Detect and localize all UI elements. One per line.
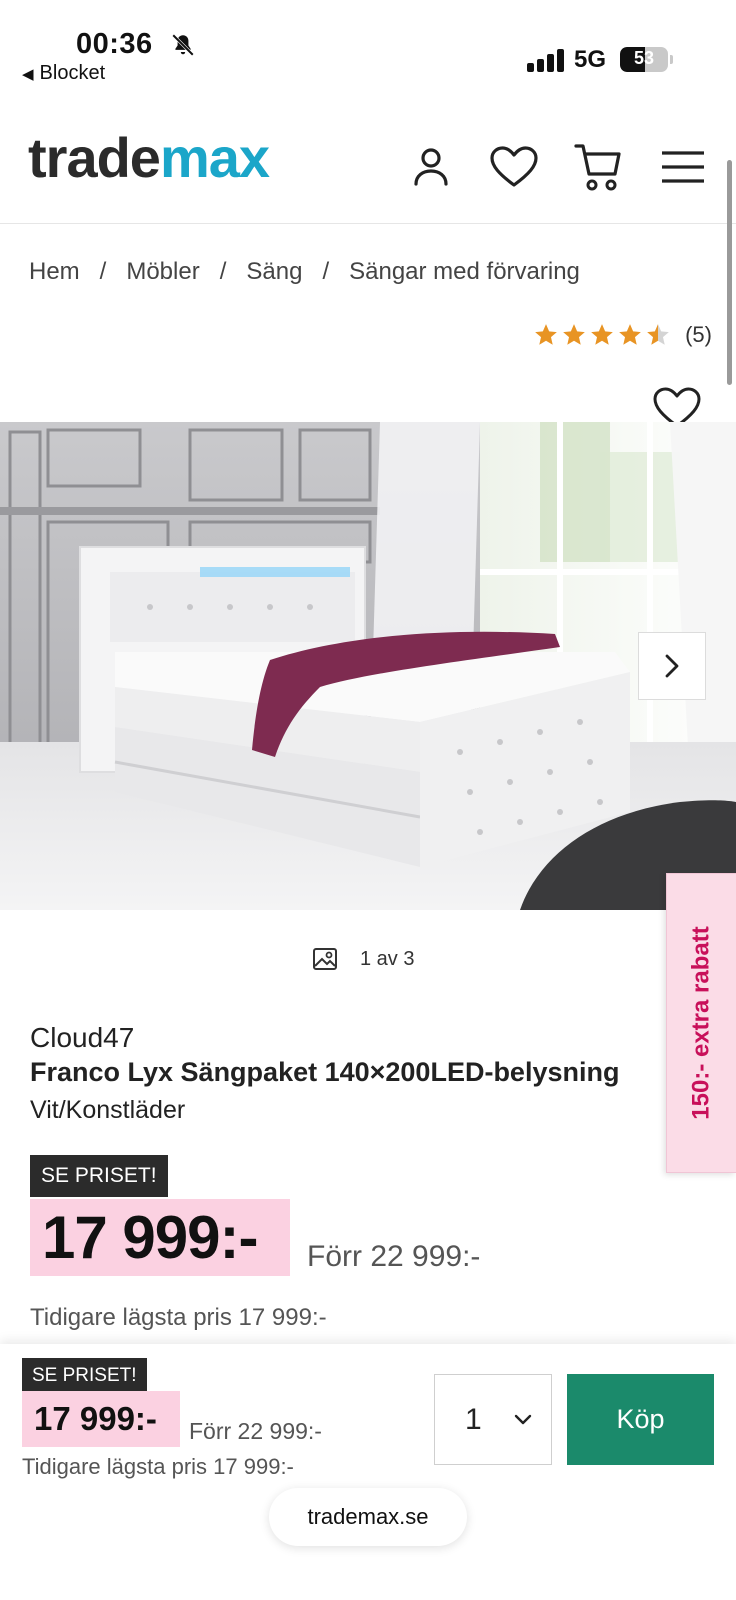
- extra-discount-label: 150:- extra rabatt: [687, 926, 715, 1120]
- site-header: trademax: [0, 110, 736, 224]
- network-type: 5G: [574, 46, 607, 73]
- sticky-previous-price: Förr 22 999:-: [189, 1418, 322, 1444]
- product-image[interactable]: [0, 422, 736, 910]
- breadcrumb-home[interactable]: Hem: [29, 258, 80, 285]
- image-icon: [313, 948, 337, 970]
- buy-button[interactable]: Köp: [567, 1374, 714, 1465]
- star-icon: [619, 324, 641, 345]
- previous-price: Förr 22 999:-: [307, 1240, 481, 1273]
- chevron-right-icon: [665, 654, 679, 678]
- account-icon[interactable]: [406, 142, 456, 192]
- product-brand: Cloud47: [30, 1022, 135, 1053]
- back-app-label: Blocket: [39, 62, 106, 84]
- battery-icon: 53: [620, 47, 668, 72]
- breadcrumb-storage-beds[interactable]: Sängar med förvaring: [349, 258, 580, 285]
- sticky-price: 17 999:-: [22, 1391, 180, 1447]
- heart-icon[interactable]: [489, 142, 539, 192]
- cart-icon[interactable]: [573, 142, 623, 192]
- breadcrumb-bed[interactable]: Säng: [246, 258, 302, 285]
- quantity-select[interactable]: 1: [434, 1374, 552, 1465]
- sticky-buy-bar: SE PRISET! 17 999:- Förr 22 999:- Tidiga…: [0, 1344, 736, 1600]
- browser-url-pill[interactable]: trademax.se: [269, 1488, 467, 1546]
- review-count: (5): [685, 322, 712, 347]
- signal-icon: [527, 48, 565, 72]
- breadcrumb-furniture[interactable]: Möbler: [126, 258, 199, 285]
- back-arrow-icon: ◀: [22, 66, 34, 83]
- star-icon: [647, 324, 669, 345]
- sticky-lowest-price: Tidigare lägsta pris 17 999:-: [22, 1454, 294, 1479]
- extra-discount-tab[interactable]: 150:- extra rabatt: [666, 873, 736, 1173]
- product-rating[interactable]: (5): [533, 322, 712, 348]
- star-icon: [591, 324, 613, 345]
- status-bar: 00:36 ◀ Blocket 5G 53: [0, 0, 736, 100]
- bell-muted-icon: [172, 34, 194, 56]
- menu-icon[interactable]: [658, 142, 708, 192]
- rating-stars: [533, 322, 671, 348]
- battery-level: 53: [633, 48, 655, 68]
- lowest-previous-price: Tidigare lägsta pris 17 999:-: [30, 1304, 327, 1331]
- breadcrumb: Hem / Möbler / Säng / Sängar med förvaring: [29, 258, 580, 285]
- chevron-down-icon: [514, 1414, 532, 1424]
- sticky-price-badge: SE PRISET!: [22, 1358, 147, 1394]
- next-image-button[interactable]: [638, 632, 706, 700]
- quantity-value: 1: [465, 1402, 482, 1436]
- status-time: 00:36: [76, 28, 153, 60]
- price-badge: SE PRISET!: [30, 1155, 168, 1197]
- gallery-counter-label: 1 av 3: [360, 947, 415, 970]
- star-icon: [535, 324, 557, 345]
- gallery-counter[interactable]: 1 av 3: [312, 947, 414, 971]
- product-title: Franco Lyx Sängpaket 140×200LED-belysnin…: [30, 1057, 620, 1087]
- product-price: 17 999:-: [30, 1199, 290, 1276]
- product-variant: Vit/Konstläder: [30, 1096, 186, 1124]
- star-icon: [563, 324, 585, 345]
- back-to-app-link[interactable]: ◀ Blocket: [22, 62, 105, 85]
- page-scrollbar[interactable]: [727, 160, 732, 385]
- bed-photo: [0, 422, 736, 910]
- trademax-logo[interactable]: trademax: [28, 130, 270, 186]
